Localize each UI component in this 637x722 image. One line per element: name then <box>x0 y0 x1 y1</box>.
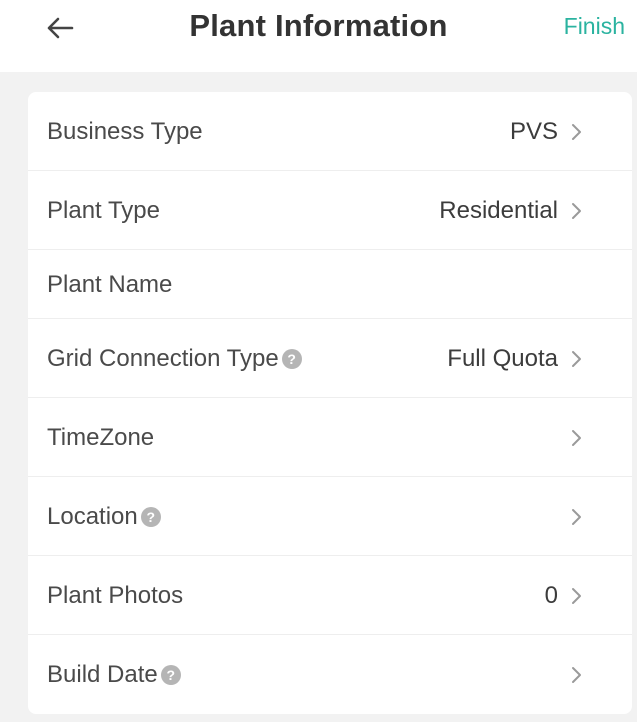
business-type-value: PVS <box>509 117 558 145</box>
chevron-right-icon <box>570 349 584 369</box>
row-right: 0 <box>545 582 584 610</box>
row-right: PVS <box>510 118 584 146</box>
location-label: Location <box>47 502 138 530</box>
timezone-row[interactable]: TimeZone <box>28 398 632 477</box>
chevron-right-icon <box>570 201 584 221</box>
location-row[interactable]: Location ? <box>28 477 632 556</box>
plant-type-row[interactable]: Plant Type Residential <box>28 171 632 250</box>
plant-name-row[interactable]: Plant Name <box>28 250 632 319</box>
finish-button[interactable]: Finish <box>564 0 625 52</box>
page-title: Plant Information <box>189 8 448 43</box>
top-bar: Plant Information Finish <box>0 0 637 72</box>
chevron-right-icon <box>570 428 584 448</box>
row-label-wrap: Location ? <box>47 503 161 531</box>
chevron-right-icon <box>570 665 584 685</box>
plant-photos-row[interactable]: Plant Photos 0 <box>28 556 632 635</box>
row-right <box>558 507 584 527</box>
business-type-row[interactable]: Business Type PVS <box>28 92 632 171</box>
row-label-wrap: TimeZone <box>47 424 154 452</box>
build-date-label: Build Date <box>47 660 158 688</box>
plant-photos-count: 0 <box>544 581 558 609</box>
row-label-wrap: Grid Connection Type ? <box>47 345 302 373</box>
plant-name-label: Plant Name <box>47 270 173 298</box>
row-label-wrap: Plant Name <box>47 271 172 299</box>
row-label-wrap: Plant Photos <box>47 582 183 610</box>
row-label-wrap: Business Type <box>47 118 203 146</box>
question-circle-icon[interactable]: ? <box>140 506 161 527</box>
timezone-label: TimeZone <box>47 423 155 451</box>
grid-connection-type-label: Grid Connection Type <box>47 344 279 372</box>
plant-type-label: Plant Type <box>47 196 160 224</box>
question-circle-icon[interactable]: ? <box>281 348 302 369</box>
question-circle-icon[interactable]: ? <box>160 664 181 685</box>
build-date-row[interactable]: Build Date ? <box>28 635 632 714</box>
grid-connection-type-row[interactable]: Grid Connection Type ? Full Quota <box>28 319 632 398</box>
row-label-wrap: Build Date ? <box>47 661 181 689</box>
row-right <box>558 665 584 685</box>
row-label-wrap: Plant Type <box>47 197 160 225</box>
plant-photos-label: Plant Photos <box>47 581 184 609</box>
chevron-right-icon <box>570 122 584 142</box>
row-right <box>558 428 584 448</box>
row-right: Residential <box>439 197 584 225</box>
chevron-right-icon <box>570 586 584 606</box>
plant-info-card: Business Type PVS Plant Type Residential… <box>28 92 632 714</box>
plant-type-value: Residential <box>439 196 558 224</box>
chevron-right-icon <box>570 507 584 527</box>
business-type-label: Business Type <box>47 117 203 145</box>
row-right: Full Quota <box>447 345 584 373</box>
grid-connection-type-value: Full Quota <box>447 344 558 372</box>
